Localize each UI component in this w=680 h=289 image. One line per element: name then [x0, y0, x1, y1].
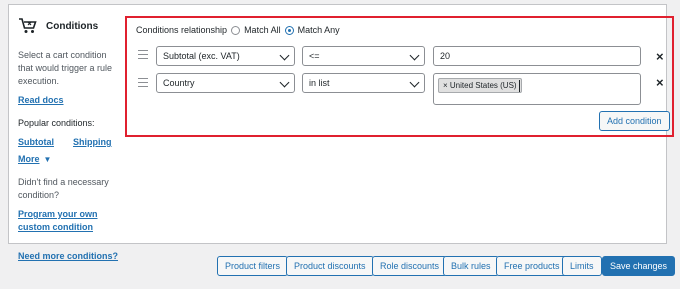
conditions-relationship: Conditions relationship Match All Match … [136, 25, 340, 35]
text-cursor [519, 80, 520, 92]
condition-field-value: Subtotal (exc. VAT) [163, 51, 240, 61]
drag-handle-icon[interactable] [138, 78, 148, 90]
sidebar-header: Conditions [18, 17, 118, 35]
chevron-down-icon [409, 50, 420, 61]
conditions-panel: Conditions Select a cart condition that … [8, 4, 674, 261]
popular-shipping-link[interactable]: Shipping [73, 136, 112, 149]
conditions-sidebar: Conditions Select a cart condition that … [18, 17, 118, 263]
conditions-editor: Conditions relationship Match All Match … [125, 16, 674, 137]
popular-conditions-label: Popular conditions: [18, 118, 95, 128]
product-discounts-button[interactable]: Product discounts [286, 256, 374, 276]
condition-operator-value: in list [309, 78, 330, 88]
condition-field-value: Country [163, 78, 195, 88]
cart-icon [19, 18, 37, 33]
condition-field-select[interactable]: Subtotal (exc. VAT) [156, 46, 295, 66]
condition-operator-select[interactable]: <= [302, 46, 425, 66]
remove-condition-icon[interactable]: × [656, 76, 664, 89]
popular-subtotal-link[interactable]: Subtotal [18, 136, 54, 149]
caret-down-icon: ▼ [43, 155, 52, 164]
condition-operator-value: <= [309, 51, 320, 61]
program-custom-condition-link[interactable]: Program your own custom condition [18, 208, 118, 234]
remove-condition-icon[interactable]: × [656, 50, 664, 63]
match-all-label[interactable]: Match All [244, 25, 281, 35]
bulk-rules-button[interactable]: Bulk rules [443, 256, 499, 276]
selected-country-tag[interactable]: × United States (US) [438, 78, 522, 93]
read-docs-link[interactable]: Read docs [18, 95, 64, 105]
bottom-toolbar: Product filters Product discounts Role d… [0, 256, 680, 276]
condition-operator-select[interactable]: in list [302, 73, 425, 93]
condition-row: Subtotal (exc. VAT) <= 20 × [136, 45, 671, 67]
relationship-label: Conditions relationship [136, 25, 228, 35]
more-link[interactable]: More [18, 153, 40, 166]
chevron-down-icon [279, 50, 290, 61]
condition-field-select[interactable]: Country [156, 73, 295, 93]
save-changes-button[interactable]: Save changes [602, 256, 676, 276]
country-multiselect[interactable]: × United States (US) [433, 73, 641, 105]
chevron-down-icon [409, 77, 420, 88]
chevron-down-icon [279, 77, 290, 88]
drag-handle-icon[interactable] [138, 50, 148, 62]
add-condition-button[interactable]: Add condition [599, 111, 670, 131]
condition-row: Country in list × United States (US) × [136, 73, 671, 107]
match-any-label[interactable]: Match Any [298, 25, 340, 35]
product-filters-button[interactable]: Product filters [217, 256, 289, 276]
condition-value-text: 20 [440, 51, 451, 61]
not-found-text: Didn't find a necessary condition? [18, 177, 109, 200]
limits-button[interactable]: Limits [562, 256, 602, 276]
free-products-button[interactable]: Free products [496, 256, 568, 276]
popular-links: Subtotal Shipping [18, 136, 118, 149]
role-discounts-button[interactable]: Role discounts [372, 256, 448, 276]
sidebar-title: Conditions [46, 20, 99, 32]
more-toggle[interactable]: More ▼ [18, 153, 118, 166]
match-any-radio[interactable] [284, 25, 294, 35]
sidebar-description: Select a cart condition that would trigg… [18, 50, 113, 86]
match-all-radio[interactable] [231, 25, 241, 35]
condition-value-input[interactable]: 20 [433, 46, 641, 66]
